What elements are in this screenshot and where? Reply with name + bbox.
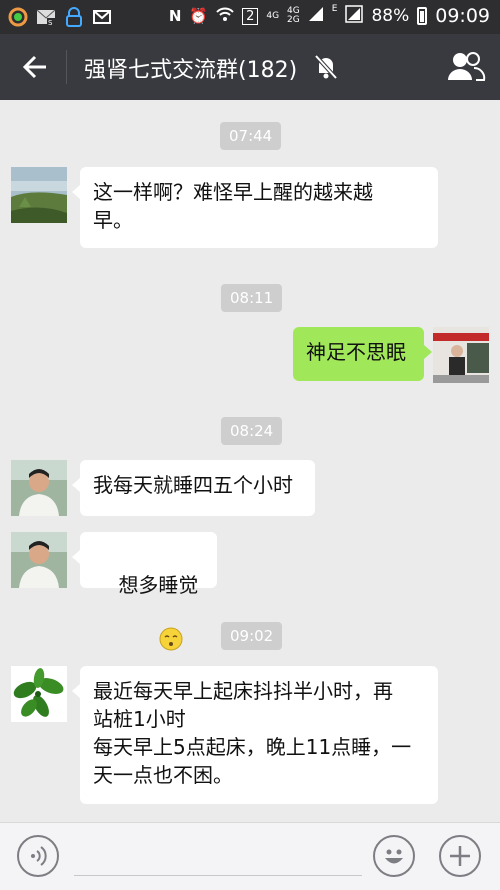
emoji-button[interactable] <box>373 835 415 877</box>
message-bubble[interactable]: 想多睡觉 <box>72 532 217 651</box>
group-info-icon[interactable] <box>446 50 486 82</box>
alarm-icon: ⏰ <box>189 7 209 25</box>
notification-icons: S <box>8 7 112 27</box>
status-bar: S N ⏰ 2 4G 4G 2G E 88% 09:09 <box>0 0 500 34</box>
clock: 09:09 <box>435 5 490 27</box>
message-bubble[interactable]: 最近每天早上起床抖抖半小时，再 站桩1小时 每天早上5点起床，晚上11点睡，一 … <box>72 666 438 804</box>
nfc-icon: N <box>168 7 182 25</box>
mail-s-icon: S <box>36 7 56 27</box>
plus-icon <box>450 846 470 866</box>
header-divider <box>66 50 67 84</box>
message-text: 想多睡觉 <box>118 573 199 597</box>
wifi-icon <box>216 6 234 26</box>
chat-header: 强肾七式交流群(182) <box>0 34 500 100</box>
battery-percent: 88% <box>371 6 410 26</box>
message-bubble[interactable]: 我每天就睡四五个小时 <box>72 460 315 516</box>
back-arrow-icon[interactable] <box>22 52 48 82</box>
message-list[interactable]: 07:44 这一样啊？难怪早上醒的越来越 早。 08:11 神足不思眠 08:2… <box>0 100 500 822</box>
input-bar <box>0 822 500 890</box>
network-type-label-3: 2G <box>287 15 300 25</box>
my-message-bubble[interactable]: 神足不思眠 <box>293 327 432 381</box>
my-avatar[interactable] <box>433 327 489 383</box>
more-options-button[interactable] <box>439 835 481 877</box>
avatar[interactable] <box>11 167 67 223</box>
voice-input-button[interactable] <box>17 835 59 877</box>
text-input[interactable] <box>74 875 362 876</box>
battery-icon <box>417 7 428 25</box>
sim-two-badge: 2 <box>242 7 259 25</box>
e-network-label: E <box>331 4 338 14</box>
svg-text:S: S <box>48 19 53 27</box>
chat-title: 强肾七式交流群(182) <box>84 58 298 83</box>
mute-bell-icon <box>314 54 338 80</box>
avatar[interactable] <box>11 666 67 722</box>
voice-icon <box>31 846 47 866</box>
app-notification-icon <box>8 7 28 27</box>
signal-icon-2 <box>345 5 364 27</box>
lock-phone-icon <box>64 7 84 27</box>
signal-icon <box>308 6 324 26</box>
email-icon <box>92 7 112 27</box>
network-labels: 4G <box>266 10 280 21</box>
network-type-label: 4G <box>266 10 280 21</box>
timestamp: 08:24 <box>221 417 283 445</box>
timestamp: 07:44 <box>220 122 282 150</box>
timestamp: 09:02 <box>221 622 283 650</box>
timestamp: 08:11 <box>221 284 283 312</box>
smiley-icon <box>385 849 403 864</box>
message-bubble[interactable]: 这一样啊？难怪早上醒的越来越 早。 <box>72 167 438 248</box>
avatar[interactable] <box>11 532 67 588</box>
network-labels-2: 4G 2G <box>287 7 300 25</box>
avatar[interactable] <box>11 460 67 516</box>
system-indicators: N ⏰ 2 4G 4G 2G E 88% 09:09 <box>168 4 490 28</box>
